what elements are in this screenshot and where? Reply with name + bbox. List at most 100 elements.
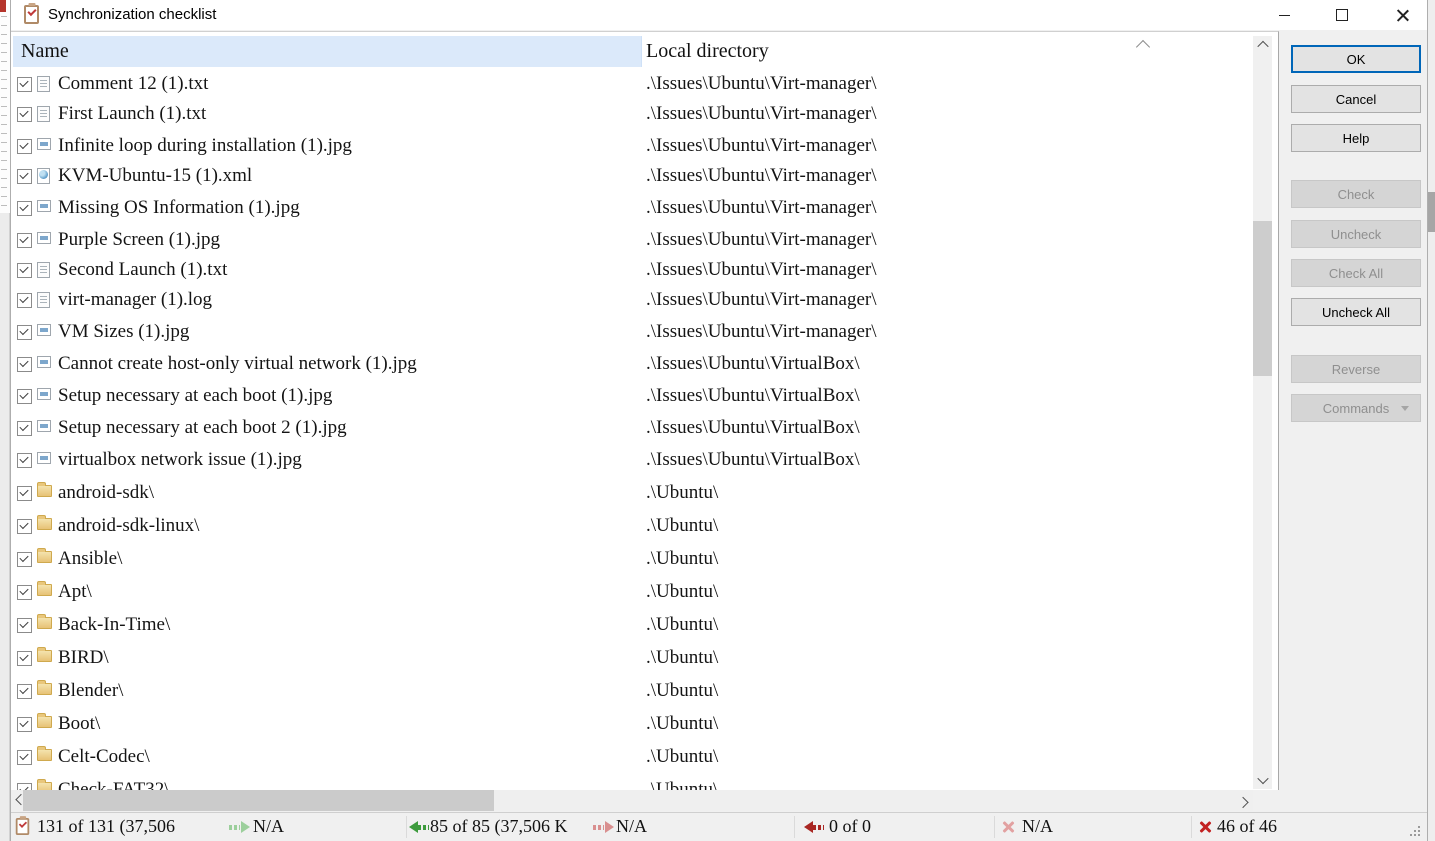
list-item[interactable]: VM Sizes (1).jpg.\Issues\Ubuntu\Virt-man… xyxy=(11,317,1253,347)
status-bar: 131 of 131 (37,506N/A85 of 85 (37,506 KN… xyxy=(11,812,1427,841)
local-directory: .\Issues\Ubuntu\Virt-manager\ xyxy=(646,193,877,223)
row-checkbox[interactable] xyxy=(17,684,32,699)
uncheck-all-button-label: Uncheck All xyxy=(1322,305,1390,320)
row-checkbox[interactable] xyxy=(17,169,32,184)
image-file-icon xyxy=(37,232,51,244)
row-checkbox[interactable] xyxy=(17,139,32,154)
folder-icon xyxy=(37,650,52,662)
row-checkbox[interactable] xyxy=(17,263,32,278)
scroll-right-button[interactable] xyxy=(1233,790,1253,811)
row-checkbox[interactable] xyxy=(17,453,32,468)
row-checkbox[interactable] xyxy=(17,585,32,600)
column-header-name[interactable]: Name xyxy=(13,36,642,67)
row-checkbox[interactable] xyxy=(17,293,32,308)
image-file-icon xyxy=(37,356,51,368)
local-directory: .\Issues\Ubuntu\VirtualBox\ xyxy=(646,381,860,411)
local-directory: .\Ubuntu\ xyxy=(646,478,718,508)
list-item[interactable]: KVM-Ubuntu-15 (1).xml.\Issues\Ubuntu\Vir… xyxy=(11,161,1253,191)
list-item[interactable]: Purple Screen (1).jpg.\Issues\Ubuntu\Vir… xyxy=(11,225,1253,255)
row-checkbox[interactable] xyxy=(17,651,32,666)
list-item[interactable]: Missing OS Information (1).jpg .\Issues\U… xyxy=(11,193,1253,223)
local-directory: .\Issues\Ubuntu\Virt-manager\ xyxy=(646,131,877,161)
close-button[interactable] xyxy=(1380,0,1426,30)
list-item[interactable]: android-sdk-linux\.\Ubuntu\ xyxy=(11,511,1253,541)
horizontal-scrollbar[interactable] xyxy=(11,790,1253,811)
list-item[interactable]: Comment 12 (1).txt.\Issues\Ubuntu\Virt-m… xyxy=(11,69,1253,99)
status-text: 0 of 0 xyxy=(829,813,871,840)
list-item[interactable]: Setup necessary at each boot 2 (1).jpg.\… xyxy=(11,413,1253,443)
row-checkbox[interactable] xyxy=(17,77,32,92)
resize-grip[interactable] xyxy=(1408,824,1420,836)
list-item[interactable]: Blender\.\Ubuntu\ xyxy=(11,676,1253,706)
row-checkbox[interactable] xyxy=(17,233,32,248)
list-item[interactable]: BIRD\.\Ubuntu\ xyxy=(11,643,1253,673)
file-name: Missing OS Information (1).jpg xyxy=(58,193,300,223)
list-item[interactable]: virt-manager (1).log.\Issues\Ubuntu\Virt… xyxy=(11,285,1253,315)
uncheck-all-button[interactable]: Uncheck All xyxy=(1291,298,1421,326)
status-text: N/A xyxy=(1022,813,1053,840)
row-checkbox[interactable] xyxy=(17,389,32,404)
cancel-button[interactable]: Cancel xyxy=(1291,85,1421,113)
row-checkbox[interactable] xyxy=(17,618,32,633)
image-file-icon xyxy=(37,324,51,336)
list-item[interactable]: virtualbox network issue (1).jpg.\Issues… xyxy=(11,445,1253,475)
x-pink-icon xyxy=(1001,820,1015,834)
file-name: Cannot create host-only virtual network … xyxy=(58,349,417,379)
list-item[interactable]: Setup necessary at each boot (1).jpg .\Is… xyxy=(11,381,1253,411)
vertical-scrollbar[interactable] xyxy=(1253,36,1272,789)
row-checkbox[interactable] xyxy=(17,107,32,122)
file-name: Setup necessary at each boot (1).jpg xyxy=(58,381,332,411)
maximize-icon xyxy=(1336,9,1348,21)
list-item[interactable]: Boot\.\Ubuntu\ xyxy=(11,709,1253,739)
row-checkbox[interactable] xyxy=(17,750,32,765)
scroll-down-button[interactable] xyxy=(1253,771,1272,789)
row-checkbox[interactable] xyxy=(17,201,32,216)
local-directory: .\Issues\Ubuntu\VirtualBox\ xyxy=(646,445,860,475)
list-item[interactable]: Back-In-Time\.\Ubuntu\ xyxy=(11,610,1253,640)
file-name: virt-manager (1).log xyxy=(58,285,212,315)
text-file-icon xyxy=(37,76,50,92)
list-item[interactable]: android-sdk\.\Ubuntu\ xyxy=(11,478,1253,508)
checklist-app-icon xyxy=(24,5,39,24)
reverse-button-label: Reverse xyxy=(1332,362,1380,377)
list-item[interactable]: Second Launch (1).txt.\Issues\Ubuntu\Vir… xyxy=(11,255,1253,285)
column-header-local-directory[interactable]: Local directory xyxy=(643,36,1163,67)
title-bar[interactable]: Synchronization checklist xyxy=(11,0,1427,30)
file-name: Ansible\ xyxy=(58,544,122,574)
local-directory: .\Issues\Ubuntu\Virt-manager\ xyxy=(646,255,877,285)
row-checkbox[interactable] xyxy=(17,421,32,436)
list-item[interactable]: First Launch (1).txt.\Issues\Ubuntu\Virt… xyxy=(11,99,1253,129)
sync-checklist-window: Synchronization checklist Name Local dir… xyxy=(10,0,1428,841)
row-checkbox[interactable] xyxy=(17,552,32,567)
image-file-icon xyxy=(37,200,51,212)
dropdown-arrow-icon xyxy=(1401,406,1409,411)
folder-icon xyxy=(37,518,52,530)
row-checkbox[interactable] xyxy=(17,519,32,534)
ok-button[interactable]: OK xyxy=(1291,45,1421,73)
file-name: Comment 12 (1).txt xyxy=(58,69,208,99)
row-checkbox[interactable] xyxy=(17,717,32,732)
row-checkbox[interactable] xyxy=(17,325,32,340)
file-checklist: Name Local directory Comment 12 (1).txt.… xyxy=(11,31,1279,810)
minimize-button[interactable] xyxy=(1261,0,1307,30)
list-item[interactable]: Cannot create host-only virtual network … xyxy=(11,349,1253,379)
status-text: 131 of 131 (37,506 xyxy=(37,813,175,840)
text-file-icon xyxy=(37,292,50,308)
row-checkbox[interactable] xyxy=(17,486,32,501)
list-item[interactable]: Celt-Codec\.\Ubuntu\ xyxy=(11,742,1253,772)
screen: Synchronization checklist Name Local dir… xyxy=(0,0,1435,841)
local-directory: .\Ubuntu\ xyxy=(646,643,718,673)
help-button[interactable]: Help xyxy=(1291,124,1421,152)
scroll-up-button[interactable] xyxy=(1253,36,1272,54)
local-directory: .\Issues\Ubuntu\Virt-manager\ xyxy=(646,99,877,129)
uncheck-button: Uncheck xyxy=(1291,220,1421,248)
file-name: Purple Screen (1).jpg xyxy=(58,225,220,255)
vertical-scrollbar-thumb[interactable] xyxy=(1253,221,1272,376)
list-item[interactable]: Infinite loop during installation (1).jp… xyxy=(11,131,1253,161)
list-item[interactable]: Ansible\.\Ubuntu\ xyxy=(11,544,1253,574)
status-separator xyxy=(794,816,795,838)
list-item[interactable]: Apt\.\Ubuntu\ xyxy=(11,577,1253,607)
maximize-button[interactable] xyxy=(1319,0,1365,30)
horizontal-scrollbar-thumb[interactable] xyxy=(23,790,494,811)
row-checkbox[interactable] xyxy=(17,357,32,372)
